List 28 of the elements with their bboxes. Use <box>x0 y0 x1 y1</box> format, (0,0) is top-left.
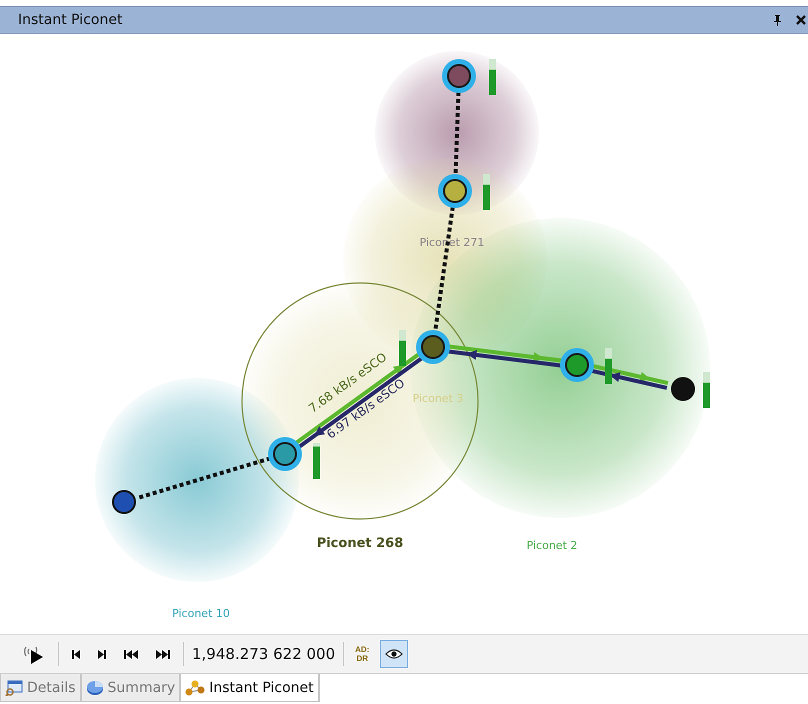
close-icon[interactable] <box>796 15 806 25</box>
window-title: Instant Piconet <box>18 12 122 28</box>
timestamp: 1,948.273 622 000 <box>192 645 336 663</box>
pie-chart-icon <box>86 680 104 696</box>
master-device-node[interactable] <box>268 437 302 471</box>
mode-button[interactable]: AD: DR <box>352 645 372 663</box>
piconet-label: Piconet 10 <box>172 607 230 620</box>
tab[interactable]: Summary <box>80 674 180 702</box>
tab[interactable]: Instant Piconet <box>180 674 319 702</box>
master-device-node[interactable] <box>560 348 594 382</box>
piconet-label: Piconet 268 <box>316 536 404 551</box>
window-magnifier-icon <box>5 680 23 696</box>
piconet-label: Piconet 271 <box>420 236 484 249</box>
master-device-node[interactable] <box>438 174 472 208</box>
skip-start-icon <box>72 650 80 658</box>
piconet-label: Piconet 3 <box>412 392 464 405</box>
tab[interactable]: Details <box>0 674 81 702</box>
eye-icon <box>385 648 404 660</box>
master-device-node[interactable] <box>442 59 476 93</box>
fast-forward-icon <box>156 650 170 658</box>
network-icon <box>185 680 206 696</box>
piconet-label: Piconet 2 <box>526 539 578 552</box>
play-signal-icon <box>23 644 45 664</box>
master-device-node[interactable] <box>416 330 450 364</box>
rewind-icon <box>124 650 138 658</box>
step-icon <box>98 650 106 658</box>
view-toggle[interactable] <box>380 640 408 668</box>
pin-icon[interactable] <box>773 14 782 26</box>
